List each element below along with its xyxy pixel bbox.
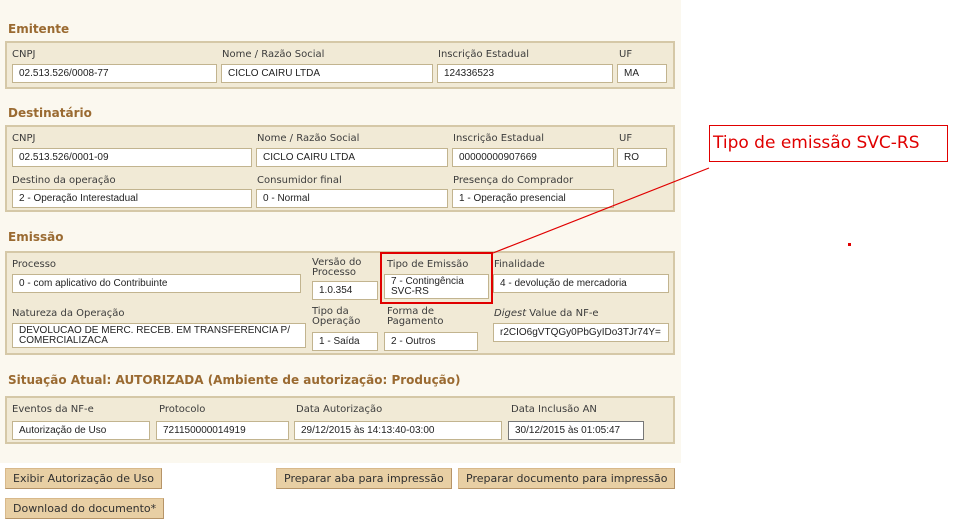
annotation-arrow [492, 167, 710, 254]
annotation-dot [848, 243, 851, 246]
annotation-callout: Tipo de emissão SVC-RS [709, 125, 948, 162]
